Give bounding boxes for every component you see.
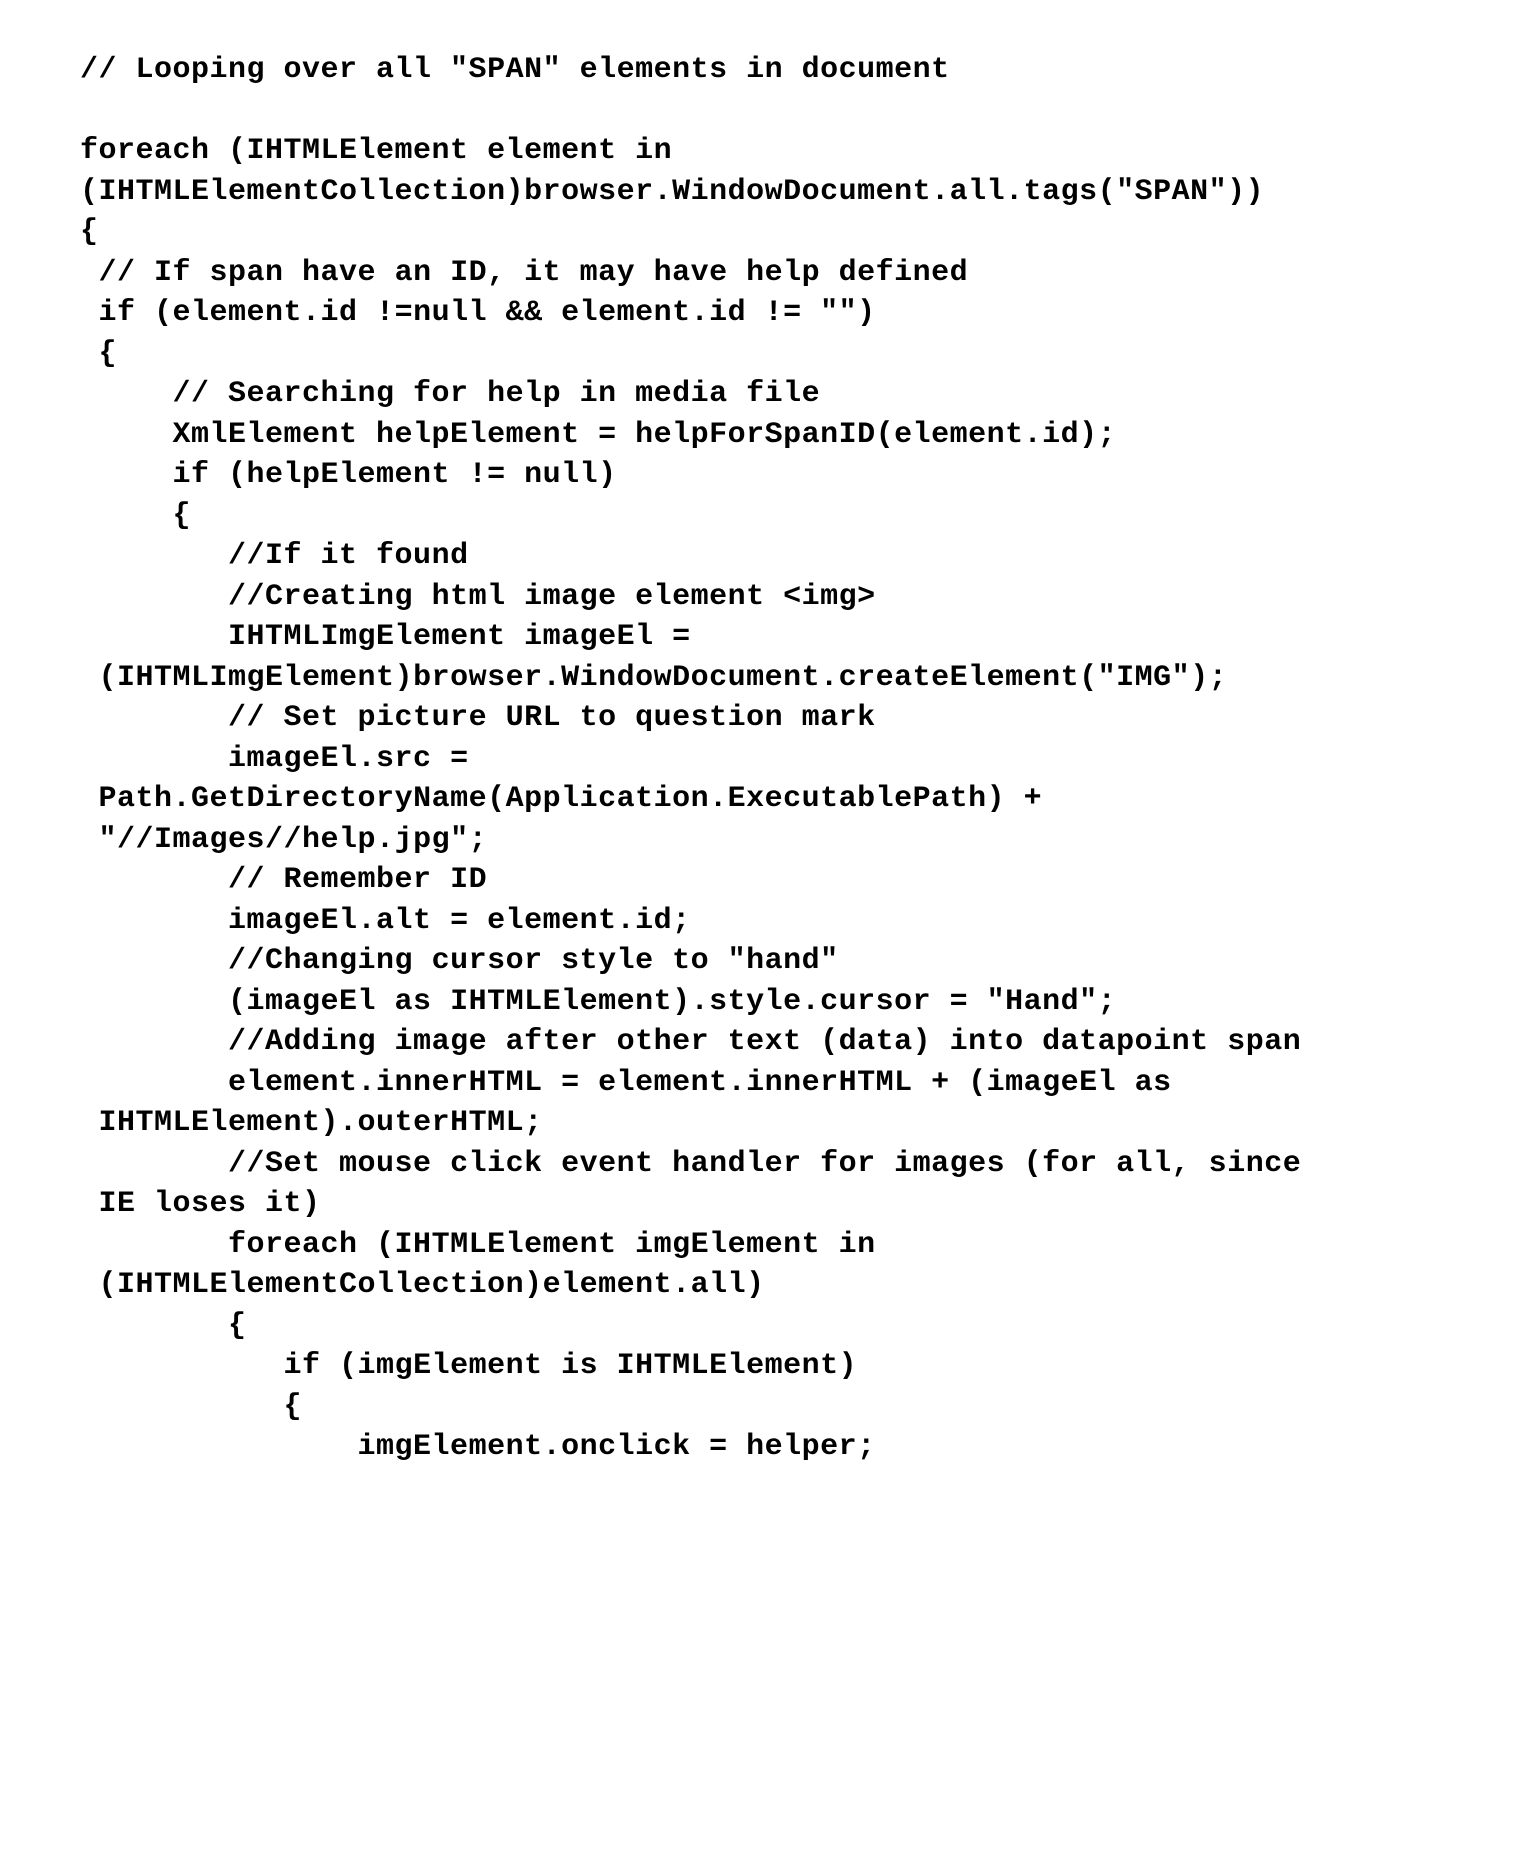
code-block: // Looping over all "SPAN" elements in d…: [80, 50, 1442, 1468]
